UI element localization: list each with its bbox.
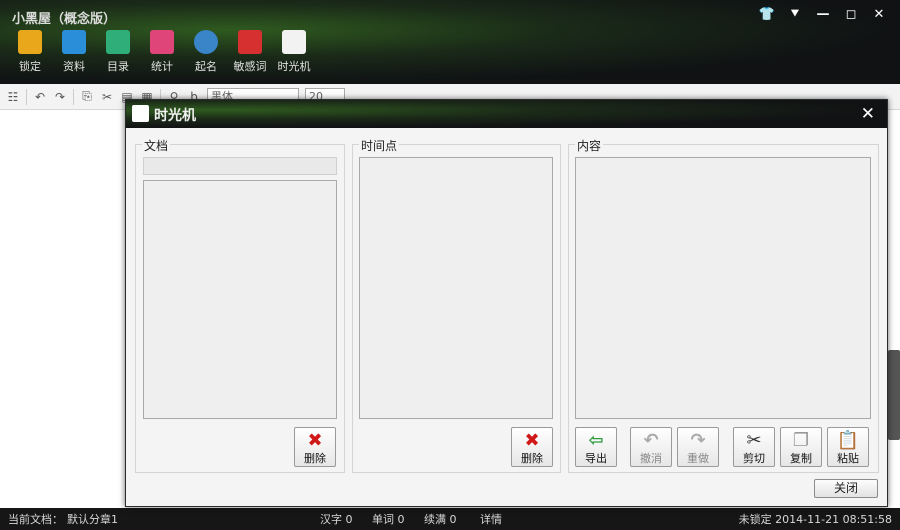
timepoints-group-label: 时间点 [359, 137, 400, 154]
cut-button[interactable]: ✂ 剪切 [733, 427, 775, 467]
content-group-label: 内容 [575, 137, 604, 154]
cut-icon[interactable]: ✂ [100, 90, 114, 104]
export-button[interactable]: ⇦ 导出 [575, 427, 617, 467]
delete-icon: ✖ [307, 430, 323, 451]
close-window-icon[interactable]: ✕ [870, 6, 888, 24]
delete-timepoint-button[interactable]: ✖ 删除 [511, 427, 553, 467]
lock-status: 未锁定 2014-11-21 08:51:58 [738, 513, 892, 526]
status-bar: 当前文档： 默认分章1 汉字 0 单词 0 续满 0 详情 未锁定 2014-1… [0, 508, 900, 530]
undo-icon: ↶ [643, 430, 659, 451]
ribbon-item-stats[interactable]: 统计 [144, 30, 180, 74]
outline-icon[interactable]: ☷ [6, 90, 20, 104]
content-group: 内容 ⇦ 导出 ↶ 撤消 ↷ 重做 ✂ 剪切 ❐ 复制 📋 粘贴 [568, 137, 879, 473]
main-window-header: 小黑屋（概念版） 👕 ⯆ — ◻ ✕ 锁定 资料 目录 统计 起名 敏感词 时光… [0, 0, 900, 84]
delete-document-button[interactable]: ✖ 删除 [294, 427, 336, 467]
timemachine-icon [282, 30, 306, 54]
copy-icon: ❐ [792, 430, 810, 451]
toolbar-divider [26, 88, 27, 105]
minimize-icon[interactable]: — [814, 6, 832, 24]
ribbon-item-lock[interactable]: 锁定 [12, 30, 48, 74]
ribbon-item-sensitive-words[interactable]: 敏感词 [232, 30, 268, 74]
dialog-title: 时光机 [154, 108, 196, 124]
timemachine-icon [132, 105, 149, 122]
ribbon: 锁定 资料 目录 统计 起名 敏感词 时光机 [12, 30, 312, 74]
char-count: 汉字 0 [320, 513, 353, 526]
continued-count: 续满 0 [424, 513, 457, 526]
dialog-close-button[interactable]: 关闭 [814, 479, 878, 498]
documents-group: 文档 ✖ 删除 [135, 137, 345, 473]
documents-list[interactable] [143, 180, 337, 419]
lock-icon [18, 30, 42, 54]
detail-link[interactable]: 详情 [480, 511, 502, 527]
chat-icon [238, 30, 262, 54]
redo-button[interactable]: ↷ 重做 [677, 427, 719, 467]
undo-button[interactable]: ↶ 撤消 [630, 427, 672, 467]
maximize-icon[interactable]: ◻ [842, 6, 860, 24]
ribbon-item-toc[interactable]: 目录 [100, 30, 136, 74]
clipboard-icon: 📋 [836, 430, 860, 451]
ribbon-item-materials[interactable]: 资料 [56, 30, 92, 74]
toolbar-divider [73, 88, 74, 105]
redo-icon[interactable]: ↷ [53, 90, 67, 104]
word-count: 单词 0 [372, 513, 405, 526]
redo-icon: ↷ [690, 430, 706, 451]
dialog-titlebar[interactable]: 时光机 ✕ [126, 100, 887, 128]
content-preview[interactable] [575, 157, 871, 419]
export-icon: ⇦ [588, 430, 604, 451]
person-icon [194, 30, 218, 54]
timepoints-list[interactable] [359, 157, 553, 419]
app-title: 小黑屋（概念版） [12, 12, 117, 27]
current-doc-label: 当前文档： [8, 513, 63, 526]
window-controls: 👕 ⯆ — ◻ ✕ [758, 6, 888, 24]
menu-dropdown-icon[interactable]: ⯆ [786, 6, 804, 24]
cut-icon: ✂ [746, 430, 762, 451]
skin-icon[interactable]: 👕 [758, 6, 776, 24]
dialog-close-icon[interactable]: ✕ [861, 104, 875, 124]
list-icon [106, 30, 130, 54]
copy-button[interactable]: ❐ 复制 [780, 427, 822, 467]
timemachine-dialog: 时光机 ✕ 文档 ✖ 删除 时间点 ✖ 删除 内容 ⇦ 导出 ↶ 撤消 ↷ 重做… [125, 99, 888, 507]
chart-icon [150, 30, 174, 54]
documents-group-label: 文档 [142, 137, 171, 154]
current-doc-value: 默认分章1 [67, 513, 118, 526]
ribbon-item-timemachine[interactable]: 时光机 [276, 30, 312, 74]
undo-icon[interactable]: ↶ [33, 90, 47, 104]
book-icon [62, 30, 86, 54]
copy-format-icon[interactable]: ⎘ [80, 89, 94, 104]
document-filter-input[interactable] [143, 157, 337, 175]
paste-button[interactable]: 📋 粘贴 [827, 427, 869, 467]
delete-icon: ✖ [524, 430, 540, 451]
ribbon-item-naming[interactable]: 起名 [188, 30, 224, 74]
timepoints-group: 时间点 ✖ 删除 [352, 137, 561, 473]
editor-scrollbar[interactable] [888, 350, 900, 440]
